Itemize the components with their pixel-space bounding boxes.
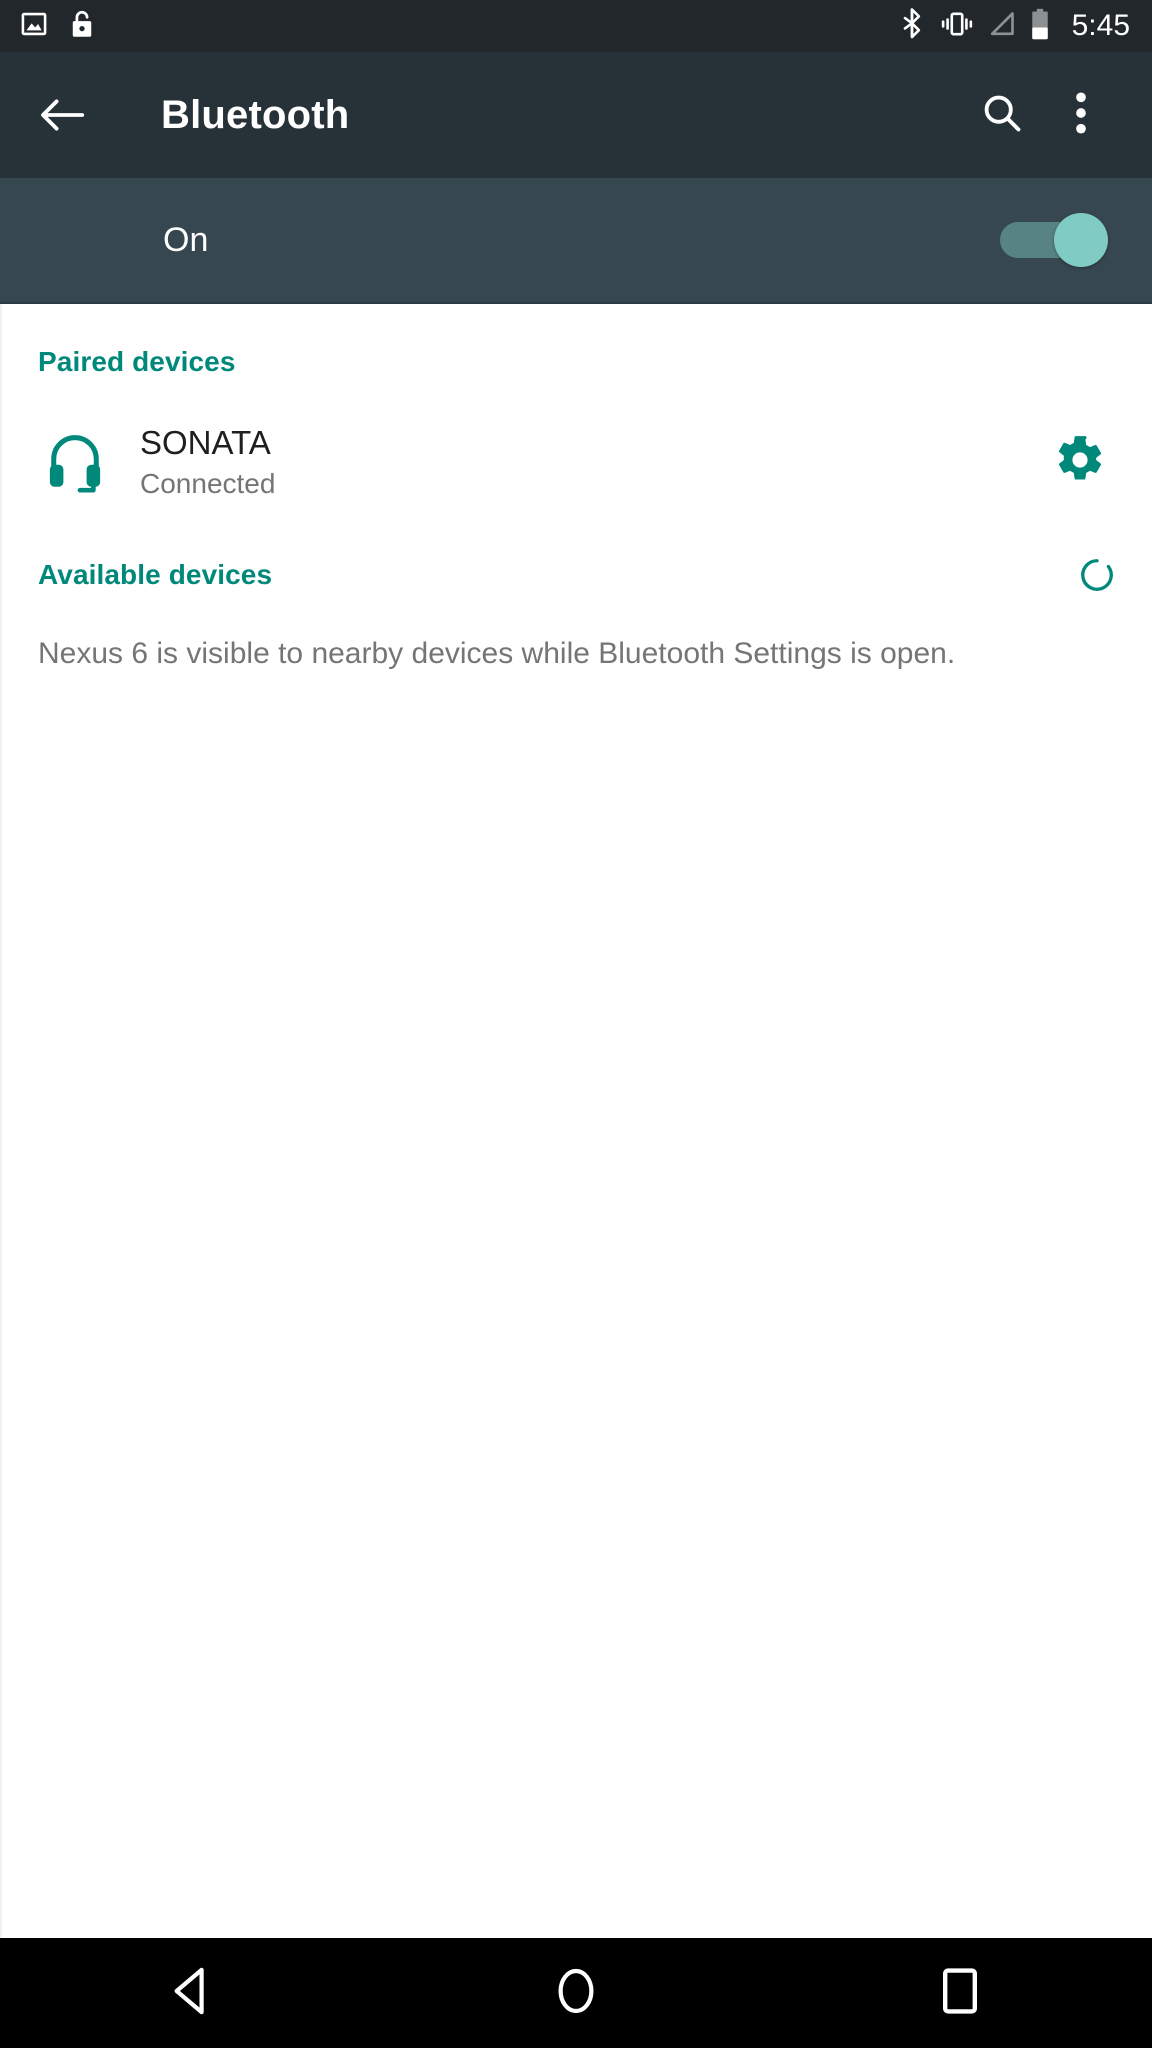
bluetooth-switch-label: On — [163, 220, 209, 259]
bluetooth-switch-bar[interactable]: On — [0, 178, 1152, 304]
vibrate-icon — [940, 10, 974, 43]
search-icon — [980, 91, 1024, 140]
overflow-menu-button[interactable] — [1046, 52, 1116, 178]
content-area: Paired devices SONATA Connected Availabl… — [0, 304, 1152, 1938]
visibility-hint-text: Nexus 6 is visible to nearby devices whi… — [38, 637, 956, 670]
status-bar-clock: 5:45 — [1071, 9, 1130, 42]
bluetooth-icon — [898, 7, 926, 45]
search-button[interactable] — [958, 52, 1046, 178]
paired-device-name: SONATA — [140, 424, 271, 461]
battery-icon — [1030, 8, 1050, 45]
device-settings-button[interactable] — [1044, 404, 1116, 520]
screenshot-image-icon — [20, 10, 48, 43]
back-button[interactable] — [0, 52, 126, 178]
status-bar-right-icons: 5:45 — [898, 7, 1130, 45]
system-navigation-bar — [0, 1938, 1152, 2048]
android-bluetooth-settings-screen: 5:45 Bluetooth On Paired devices SONATA … — [0, 0, 1152, 2048]
overflow-menu-icon — [1076, 91, 1086, 140]
status-bar-left-icons — [20, 9, 96, 44]
paired-devices-header: Paired devices — [2, 320, 1152, 404]
switch-thumb[interactable] — [1054, 213, 1108, 267]
nav-home-button[interactable] — [384, 1938, 768, 2048]
app-toolbar: Bluetooth — [0, 52, 1152, 178]
status-bar: 5:45 — [0, 0, 1152, 52]
available-devices-title: Available devices — [38, 559, 273, 590]
nav-recents-icon — [940, 1967, 980, 2020]
unlock-icon — [68, 9, 96, 44]
nav-back-icon — [169, 1966, 215, 2021]
available-devices-header: Available devices — [2, 530, 1152, 620]
paired-devices-title: Paired devices — [38, 346, 236, 377]
paired-device-text: SONATA Connected — [140, 422, 1044, 502]
page-title: Bluetooth — [161, 92, 350, 137]
gear-icon — [1054, 434, 1106, 491]
nav-recents-button[interactable] — [768, 1938, 1152, 2048]
paired-device-status: Connected — [140, 468, 276, 499]
nav-home-icon — [554, 1966, 598, 2021]
paired-device-row[interactable]: SONATA Connected — [2, 404, 1152, 520]
scanning-spinner-icon — [1078, 556, 1116, 594]
headset-icon — [38, 431, 112, 493]
bluetooth-toggle-switch[interactable] — [1000, 213, 1108, 267]
nav-back-button[interactable] — [0, 1938, 384, 2048]
signal-icon — [988, 11, 1016, 42]
